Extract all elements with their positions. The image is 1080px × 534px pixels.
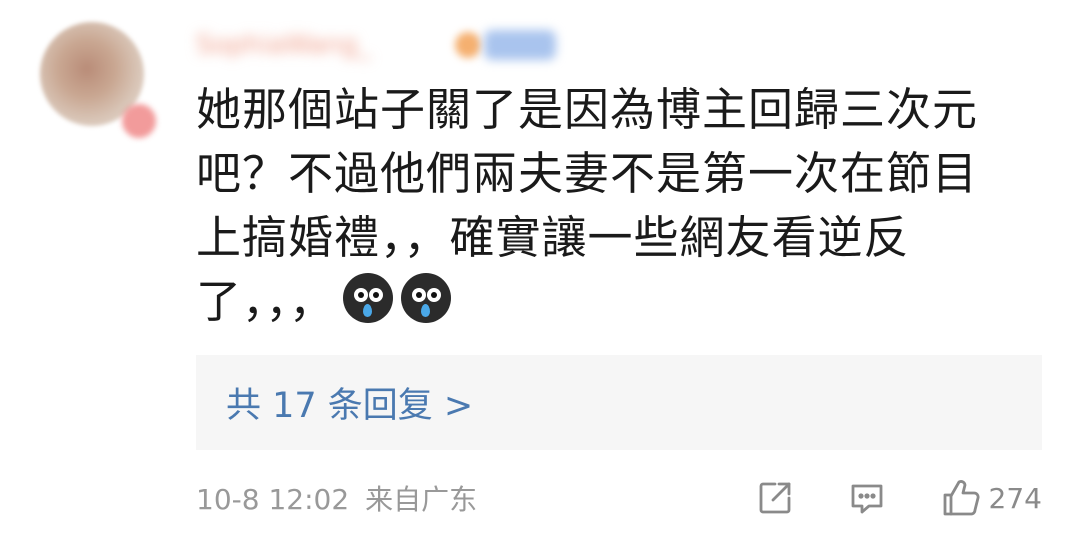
like-button[interactable]: 274 xyxy=(939,476,1042,520)
comment-button[interactable] xyxy=(847,478,887,518)
like-icon xyxy=(943,480,980,516)
replies-label: 共 17 条回复 > xyxy=(226,386,474,426)
comment-meta: 10-8 12:02 来自广东 xyxy=(196,478,477,518)
comment-line-text: 了，，， xyxy=(196,275,336,328)
comment-time: 10-8 12:02 xyxy=(196,483,350,516)
comment-actions: 274 xyxy=(755,476,1042,520)
share-button[interactable] xyxy=(755,478,795,518)
comment-line: 吧？不過他們兩夫妻不是第一次在節目 xyxy=(196,147,979,200)
user-level-dot xyxy=(455,32,481,58)
share-icon xyxy=(759,482,790,514)
comment-footer: 10-8 12:02 来自广东 274 xyxy=(196,470,1042,526)
username[interactable]: SophiaWang_ xyxy=(196,28,456,62)
comment-line: 她那個站子關了是因為博主回歸三次元 xyxy=(196,83,979,136)
comment-location: 来自广东 xyxy=(365,483,478,516)
crying-emoji-icon xyxy=(401,273,452,323)
avatar-badge xyxy=(122,104,156,138)
comment-text: 她那個站子關了是因為博主回歸三次元 吧？不過他們兩夫妻不是第一次在節目 上搞婚禮… xyxy=(196,78,1036,334)
comment-line: 上搞婚禮，，確實讓一些網友看逆反 xyxy=(196,211,910,264)
comment-line-last: 了，，， xyxy=(196,270,1036,334)
comment-icon xyxy=(851,484,882,514)
like-count: 274 xyxy=(988,481,1042,515)
view-replies-button[interactable]: 共 17 条回复 > xyxy=(196,355,1042,450)
crying-emoji-icon xyxy=(343,273,394,323)
user-badge xyxy=(484,30,556,60)
